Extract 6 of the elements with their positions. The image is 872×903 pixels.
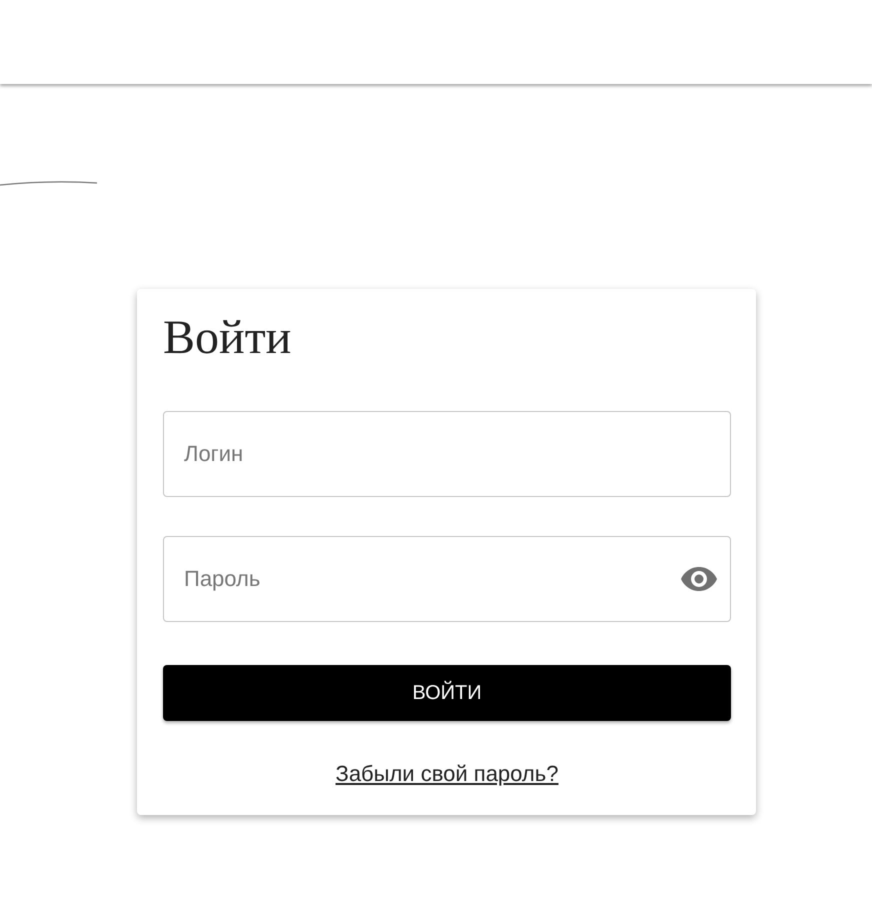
input-field[interactable]: Пароль bbox=[163, 536, 731, 622]
eye-icon[interactable] bbox=[681, 567, 717, 592]
input-field[interactable]: Логин bbox=[163, 411, 731, 498]
login-button[interactable]: ВОЙТИ bbox=[163, 665, 731, 722]
login-title: Войти bbox=[163, 310, 292, 366]
forgot-password-link[interactable]: Забыли свой пароль? bbox=[336, 761, 558, 786]
